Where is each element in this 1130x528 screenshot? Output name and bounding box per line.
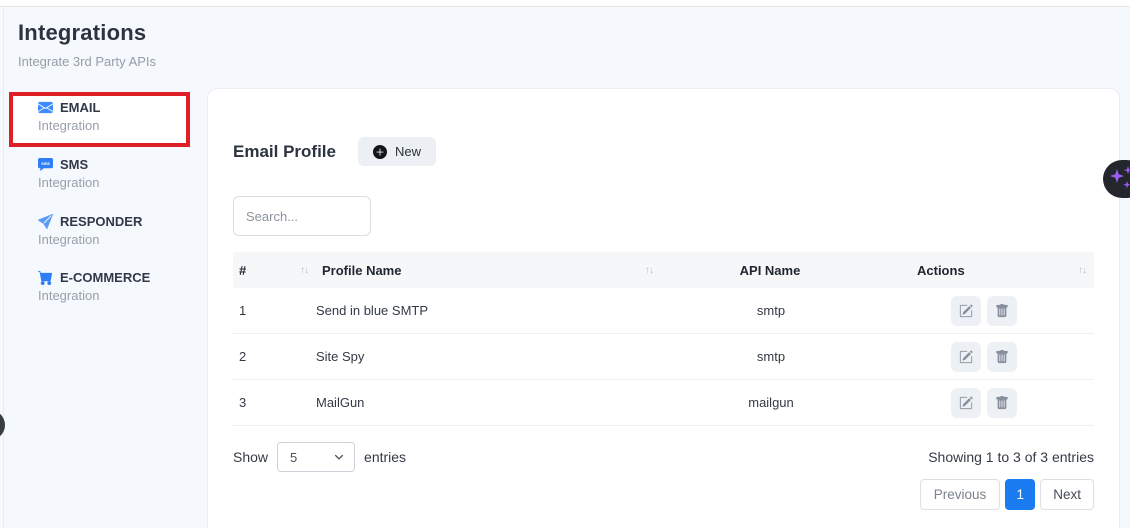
page-title: Integrations — [18, 20, 156, 46]
new-button[interactable]: New — [358, 137, 436, 166]
column-header-number[interactable]: # ↑↓ — [233, 263, 316, 278]
cart-icon — [38, 270, 53, 285]
edit-icon — [959, 350, 973, 364]
entries-label: entries — [364, 449, 406, 465]
sort-icon: ↑↓ — [1078, 265, 1086, 276]
trash-icon — [995, 350, 1009, 364]
sidebar-item-sublabel: Integration — [38, 175, 99, 190]
delete-button[interactable] — [987, 388, 1017, 418]
sidebar-item-email[interactable]: EMAIL Integration — [38, 100, 100, 133]
ai-assistant-button[interactable] — [1103, 160, 1130, 198]
table-header-row: # ↑↓ Profile Name ↑↓ API Name Actions ↑↓ — [233, 252, 1094, 288]
paper-plane-icon — [38, 214, 53, 229]
sidebar-item-ecommerce[interactable]: E-COMMERCE Integration — [38, 270, 150, 303]
api-name-cell: smtp — [661, 349, 881, 364]
entries-per-page-value: 5 — [290, 450, 297, 465]
row-number: 3 — [233, 395, 316, 410]
sidebar-item-sublabel: Integration — [38, 118, 100, 133]
page-subtitle: Integrate 3rd Party APIs — [18, 54, 156, 69]
sidebar-item-sms[interactable]: sms SMS Integration — [38, 157, 99, 190]
table-row: 1 Send in blue SMTP smtp — [233, 288, 1094, 334]
edit-button[interactable] — [951, 342, 981, 372]
svg-text:sms: sms — [41, 161, 50, 166]
email-profiles-table: # ↑↓ Profile Name ↑↓ API Name Actions ↑↓… — [233, 252, 1094, 426]
sidebar-item-label: SMS — [60, 157, 88, 172]
chevron-down-icon — [334, 452, 344, 462]
trash-icon — [995, 304, 1009, 318]
integrations-page: Integrations Integrate 3rd Party APIs EM… — [0, 0, 1130, 528]
column-header-actions[interactable]: Actions ↑↓ — [881, 263, 1094, 278]
api-name-cell: mailgun — [661, 395, 881, 410]
profile-name-cell: MailGun — [316, 395, 661, 410]
edit-icon — [959, 304, 973, 318]
trash-icon — [995, 396, 1009, 410]
sidebar-item-label: RESPONDER — [60, 214, 142, 229]
edit-button[interactable] — [951, 296, 981, 326]
profile-name-cell: Send in blue SMTP — [316, 303, 661, 318]
page-1-button[interactable]: 1 — [1005, 479, 1035, 510]
sparkles-icon — [1107, 163, 1130, 195]
table-row: 3 MailGun mailgun — [233, 380, 1094, 426]
edit-button[interactable] — [951, 388, 981, 418]
next-page-button[interactable]: Next — [1040, 479, 1094, 510]
search-input[interactable] — [233, 196, 371, 236]
previous-page-button[interactable]: Previous — [920, 479, 1001, 510]
section-title: Email Profile — [233, 142, 336, 162]
table-row: 2 Site Spy smtp — [233, 334, 1094, 380]
plus-circle-icon — [373, 145, 387, 159]
column-header-api-name[interactable]: API Name — [661, 263, 881, 278]
email-profile-card: Email Profile New # ↑↓ Profile Name ↑↓ — [207, 88, 1120, 528]
sms-chat-icon: sms — [38, 157, 53, 172]
sidebar-item-sublabel: Integration — [38, 288, 150, 303]
delete-button[interactable] — [987, 296, 1017, 326]
table-summary: Showing 1 to 3 of 3 entries — [928, 449, 1094, 465]
new-button-label: New — [395, 144, 421, 159]
sort-icon: ↑↓ — [645, 265, 653, 276]
column-header-profile-name[interactable]: Profile Name ↑↓ — [316, 263, 661, 278]
sort-icon: ↑↓ — [300, 265, 308, 276]
api-name-cell: smtp — [661, 303, 881, 318]
pagination: Previous 1 Next — [233, 479, 1094, 510]
page-header: Integrations Integrate 3rd Party APIs — [18, 20, 156, 69]
row-number: 2 — [233, 349, 316, 364]
edit-icon — [959, 396, 973, 410]
sidebar-item-responder[interactable]: RESPONDER Integration — [38, 214, 142, 247]
delete-button[interactable] — [987, 342, 1017, 372]
left-border-line — [3, 8, 4, 528]
profile-name-cell: Site Spy — [316, 349, 661, 364]
sidebar-item-label: E-COMMERCE — [60, 270, 150, 285]
top-border-strip — [0, 0, 1130, 7]
show-label: Show — [233, 449, 268, 465]
entries-per-page-select[interactable]: 5 — [277, 442, 355, 472]
sidebar-item-label: EMAIL — [60, 100, 100, 115]
row-number: 1 — [233, 303, 316, 318]
sidebar-item-sublabel: Integration — [38, 232, 142, 247]
envelope-icon — [38, 100, 53, 115]
